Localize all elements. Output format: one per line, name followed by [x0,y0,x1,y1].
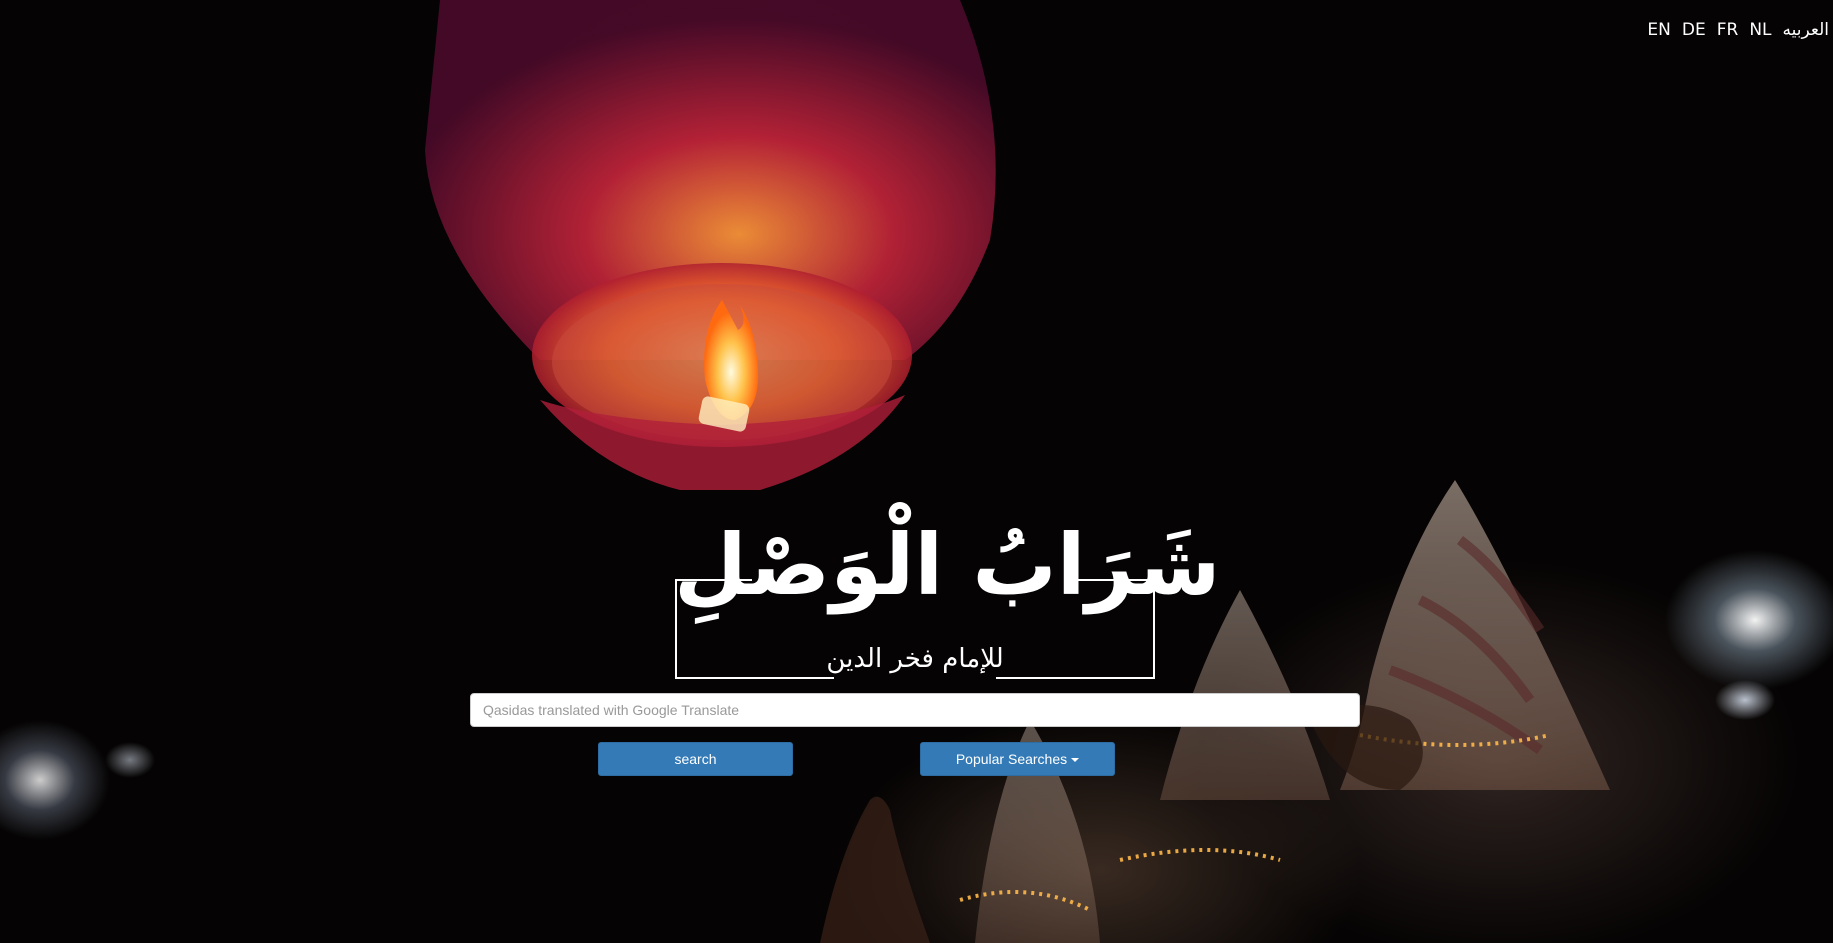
site-logo: شَرَابُ الْوَصْلِ للإمام فخر الدين [674,515,1221,680]
lang-link-en[interactable]: EN [1647,20,1670,40]
caret-down-icon [1071,758,1080,763]
popular-searches-label: Popular Searches [955,751,1068,767]
popular-searches-dropdown[interactable]: Popular Searches [920,742,1115,776]
search-button[interactable]: search [598,742,793,776]
festival-domes-image [820,480,1610,943]
lang-link-fr[interactable]: FR [1717,20,1739,40]
logo-title: شَرَابُ الْوَصْلِ [674,516,1221,614]
search-input[interactable] [470,693,1360,727]
lang-link-nl[interactable]: NL [1749,20,1771,40]
lang-link-ar[interactable]: العربيه [1783,20,1829,40]
language-switcher: EN DE FR NL العربيه [1647,20,1829,40]
lang-link-de[interactable]: DE [1682,20,1706,40]
search-button-label: search [674,751,717,767]
logo-subtitle: للإمام فخر الدين [826,644,1004,674]
